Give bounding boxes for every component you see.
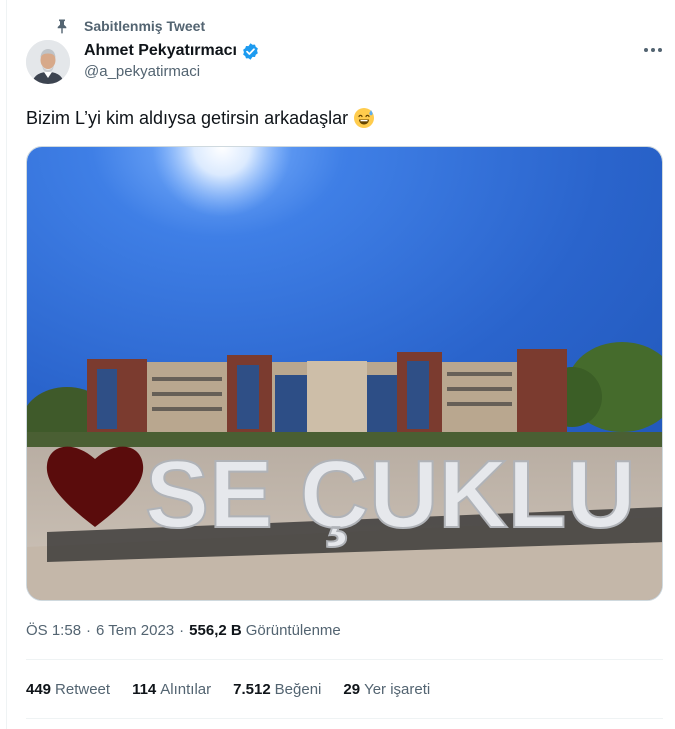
likes-label: Beğeni: [274, 680, 322, 698]
quotes-label: Alıntılar: [160, 680, 212, 698]
divider: [26, 718, 663, 719]
likes-stat[interactable]: 7.512 Beğeni: [233, 681, 321, 698]
tweet-stats: 449 Retweet 114 Alıntılar 7.512 Beğeni 2…: [26, 679, 452, 699]
pinned-indicator: Sabitlenmiş Tweet: [54, 16, 205, 36]
tweet-text: Bizim L’yi kim aldıysa getirsin arkadaşl…: [26, 106, 375, 130]
views-label: Görüntülenme: [245, 621, 341, 639]
quotes-stat[interactable]: 114 Alıntılar: [132, 681, 211, 698]
tweet-meta: ÖS 1:58 · 6 Tem 2023 · 556,2 B Görüntülenm…: [26, 620, 341, 640]
views-count: 556,2 B: [189, 621, 242, 639]
timeline-border: [6, 0, 7, 729]
bookmarks-label: Yer işareti: [364, 680, 431, 698]
bookmarks-stat[interactable]: 29 Yer işareti: [343, 681, 430, 698]
verified-badge-icon: [241, 42, 260, 61]
tweet-date: 6 Tem 2023: [96, 621, 175, 639]
divider: [26, 659, 663, 660]
bookmarks-count: 29: [343, 680, 361, 698]
author-display-name[interactable]: Ahmet Pekyatırmacı: [84, 42, 237, 60]
grinning-face-with-sweat-icon: [353, 107, 375, 129]
tweet-time-link[interactable]: ÖS 1:58 · 6 Tem 2023: [26, 622, 174, 639]
meta-separator: ·: [86, 621, 92, 639]
sign-text: SE ÇUKLU: [145, 441, 636, 548]
author-name-row[interactable]: Ahmet Pekyatırmacı: [84, 40, 260, 62]
tweet-time: ÖS 1:58: [26, 621, 82, 639]
retweets-count: 449: [26, 680, 52, 698]
avatar[interactable]: [26, 40, 70, 84]
likes-count: 7.512: [233, 680, 271, 698]
pinned-label: Sabitlenmiş Tweet: [84, 18, 206, 34]
tweet-text-content: Bizim L’yi kim aldıysa getirsin arkadaşl…: [26, 108, 349, 128]
quotes-count: 114: [132, 680, 157, 698]
tweet-photo[interactable]: SE ÇUKLU: [26, 146, 663, 601]
meta-separator: ·: [179, 621, 185, 639]
pin-icon: [54, 18, 70, 34]
retweets-label: Retweet: [55, 680, 111, 698]
author-handle[interactable]: @a_pekyatirmaci: [84, 63, 200, 80]
more-options-button[interactable]: [636, 38, 670, 62]
more-horizontal-icon: [644, 48, 648, 52]
retweets-stat[interactable]: 449 Retweet: [26, 681, 110, 698]
